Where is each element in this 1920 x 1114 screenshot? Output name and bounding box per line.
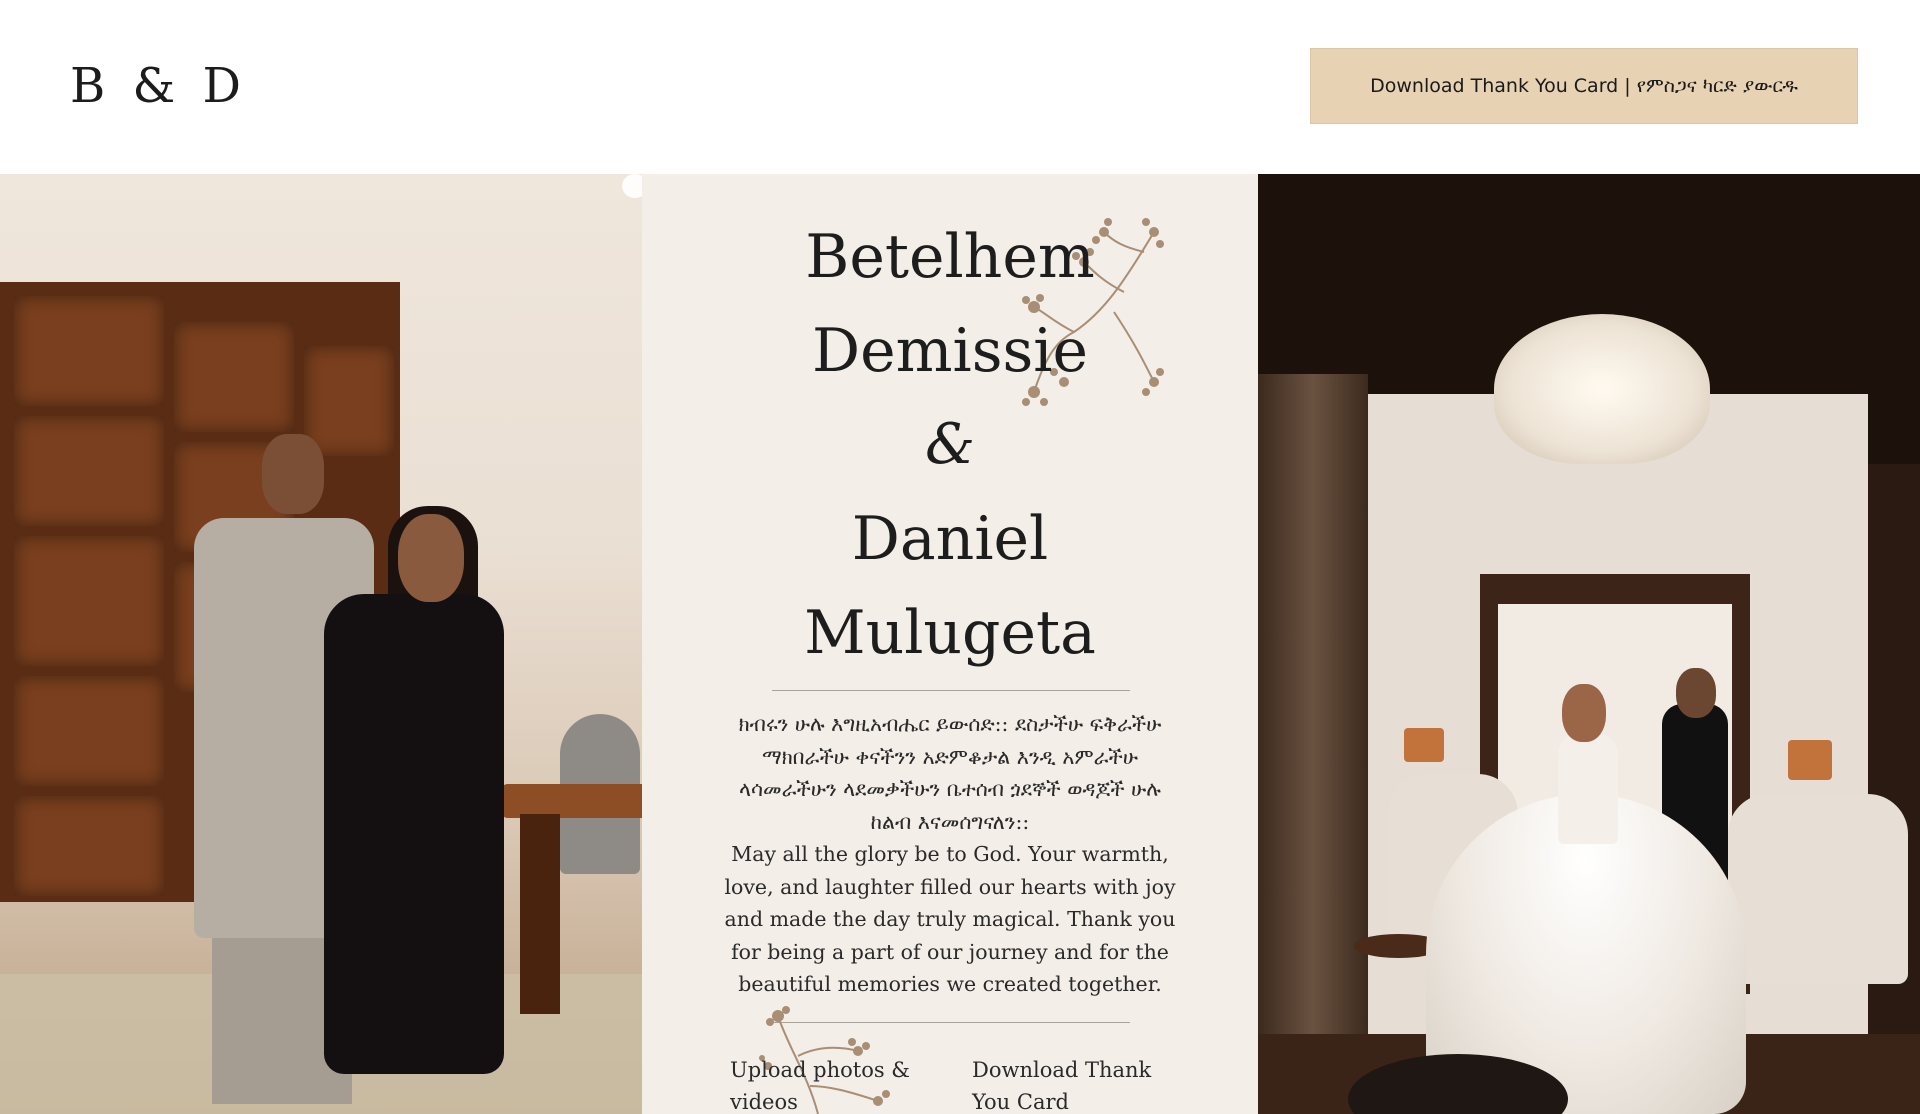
- download-card-link[interactable]: Download Thank You Card: [972, 1054, 1172, 1114]
- armchair: [1728, 794, 1908, 984]
- message-amharic: ክብሩን ሁሉ እግዚአብሔር ይውሰድ:: ደስታችሁ ፍቅራችሁ ማክበራች…: [738, 712, 1162, 834]
- bride-figure: [1562, 684, 1606, 742]
- main-content: Betelhem Demissie & Daniel Mulugeta ክብሩን…: [0, 174, 1920, 1114]
- wall-lamp: [622, 174, 642, 198]
- groom-last-name: Mulugeta: [804, 598, 1096, 668]
- bride-figure: [324, 594, 504, 1074]
- chandelier: [1494, 314, 1710, 464]
- ampersand: &: [925, 412, 975, 477]
- message-english: May all the glory be to God. Your warmth…: [724, 842, 1176, 996]
- bride-first-name: Betelhem: [805, 222, 1095, 292]
- lamp: [1788, 740, 1832, 780]
- groom-first-name: Daniel: [851, 504, 1049, 574]
- table: [500, 784, 642, 818]
- bride-last-name: Demissie: [812, 316, 1088, 386]
- monogram-logo[interactable]: B & D: [70, 58, 247, 114]
- upload-photos-link[interactable]: Upload photos & videos: [730, 1054, 910, 1114]
- download-thank-you-card-button[interactable]: Download Thank You Card | የምስጋና ካርድ ያውርዱ: [1310, 48, 1858, 124]
- site-header: B & D Download Thank You Card | የምስጋና ካር…: [0, 0, 1920, 174]
- curtain: [1258, 374, 1368, 1114]
- divider-top: [772, 690, 1130, 691]
- thank-you-message: ክብሩን ሁሉ እግዚአብሔር ይውሰድ:: ደስታችሁ ፍቅራችሁ ማክበራች…: [722, 708, 1178, 1001]
- couple-names: Betelhem Demissie & Daniel Mulugeta: [642, 210, 1258, 680]
- lamp: [1404, 728, 1444, 762]
- thank-you-panel: Betelhem Demissie & Daniel Mulugeta ክብሩን…: [642, 174, 1258, 1114]
- couple-photo-left: [0, 174, 642, 1114]
- couple-photo-right: [1258, 174, 1920, 1114]
